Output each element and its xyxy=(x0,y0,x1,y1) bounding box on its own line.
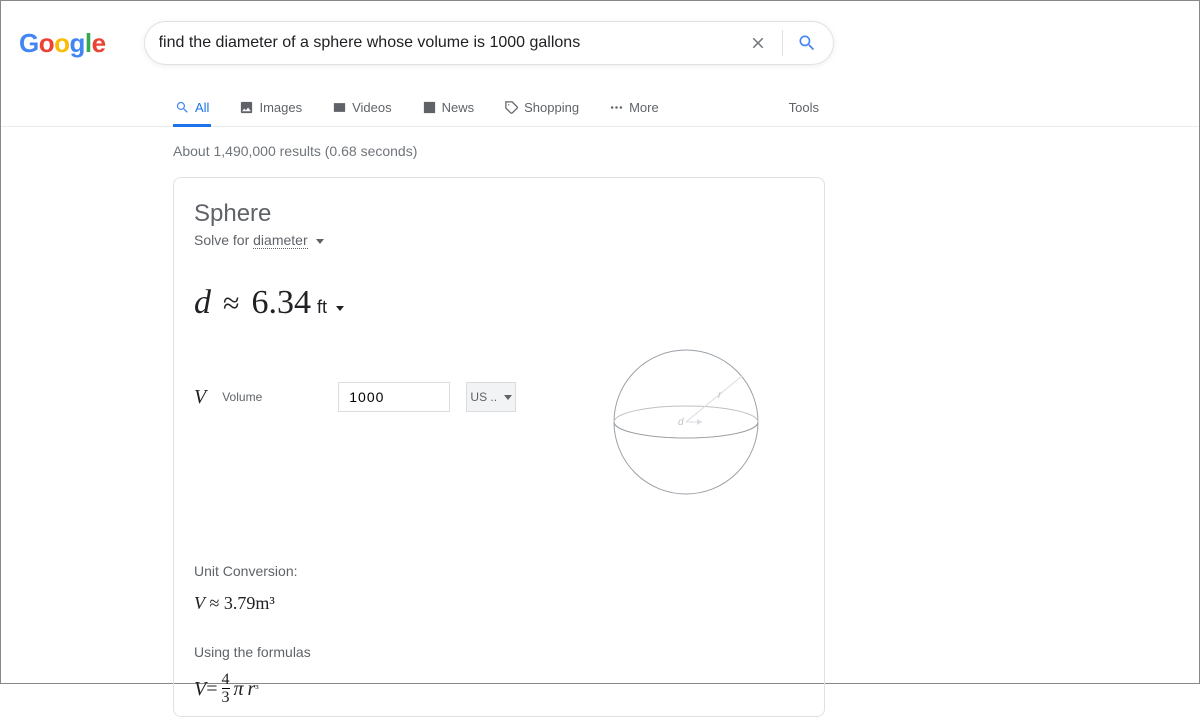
result-symbol: d xyxy=(194,284,211,322)
formulas-label: Using the formulas xyxy=(194,644,804,660)
tab-images[interactable]: Images xyxy=(237,100,304,126)
tab-news[interactable]: News xyxy=(420,100,477,126)
clear-icon[interactable] xyxy=(746,31,770,55)
tab-videos[interactable]: Videos xyxy=(330,100,394,126)
tab-label: Videos xyxy=(352,100,392,115)
approx-symbol: ≈ xyxy=(223,287,239,321)
svg-text:d: d xyxy=(678,417,684,428)
tab-label: Images xyxy=(259,100,302,115)
result-unit-dropdown[interactable]: ft xyxy=(317,297,344,318)
tab-label: All xyxy=(195,100,209,115)
search-icon[interactable] xyxy=(795,31,819,55)
fraction: 4 3 xyxy=(222,672,230,706)
unit-conversion-label: Unit Conversion: xyxy=(194,563,804,579)
search-input[interactable] xyxy=(159,34,746,52)
chevron-down-icon xyxy=(316,239,324,244)
volume-input[interactable] xyxy=(338,382,450,412)
svg-text:r: r xyxy=(718,390,722,401)
volume-unit-dropdown[interactable]: US .. xyxy=(466,382,516,412)
formula-volume: V = 4 3 π r ³ xyxy=(194,672,804,706)
sphere-diagram: r d xyxy=(606,342,766,507)
tab-label: News xyxy=(442,100,475,115)
tab-all[interactable]: All xyxy=(173,100,211,126)
card-title: Sphere xyxy=(194,200,804,228)
solve-for-dropdown[interactable]: diameter xyxy=(253,232,307,249)
tab-shopping[interactable]: Shopping xyxy=(502,100,581,126)
result-value: 6.34 xyxy=(251,284,311,322)
solve-for-label: Solve for xyxy=(194,232,249,248)
search-bar xyxy=(144,21,834,65)
tab-label: Shopping xyxy=(524,100,579,115)
chevron-down-icon xyxy=(504,395,512,400)
volume-symbol: V xyxy=(194,386,206,409)
search-tabs: All Images Videos News Shopping More Too… xyxy=(1,87,1199,127)
result-equation: d ≈ 6.34 ft xyxy=(194,284,804,322)
result-stats: About 1,490,000 results (0.68 seconds) xyxy=(173,143,1199,159)
chevron-down-icon xyxy=(336,306,344,311)
tools-button[interactable]: Tools xyxy=(789,100,819,126)
divider xyxy=(782,30,783,56)
google-logo[interactable]: Google xyxy=(19,28,106,59)
solve-for-row: Solve for diameter xyxy=(194,232,804,248)
tab-more[interactable]: More xyxy=(607,100,661,126)
knowledge-card: Sphere Solve for diameter d ≈ 6.34 ft V … xyxy=(173,177,825,717)
tab-label: More xyxy=(629,100,659,115)
volume-label: Volume xyxy=(222,390,262,404)
unit-conversion-equation: V ≈ 3.79m³ xyxy=(194,593,804,614)
